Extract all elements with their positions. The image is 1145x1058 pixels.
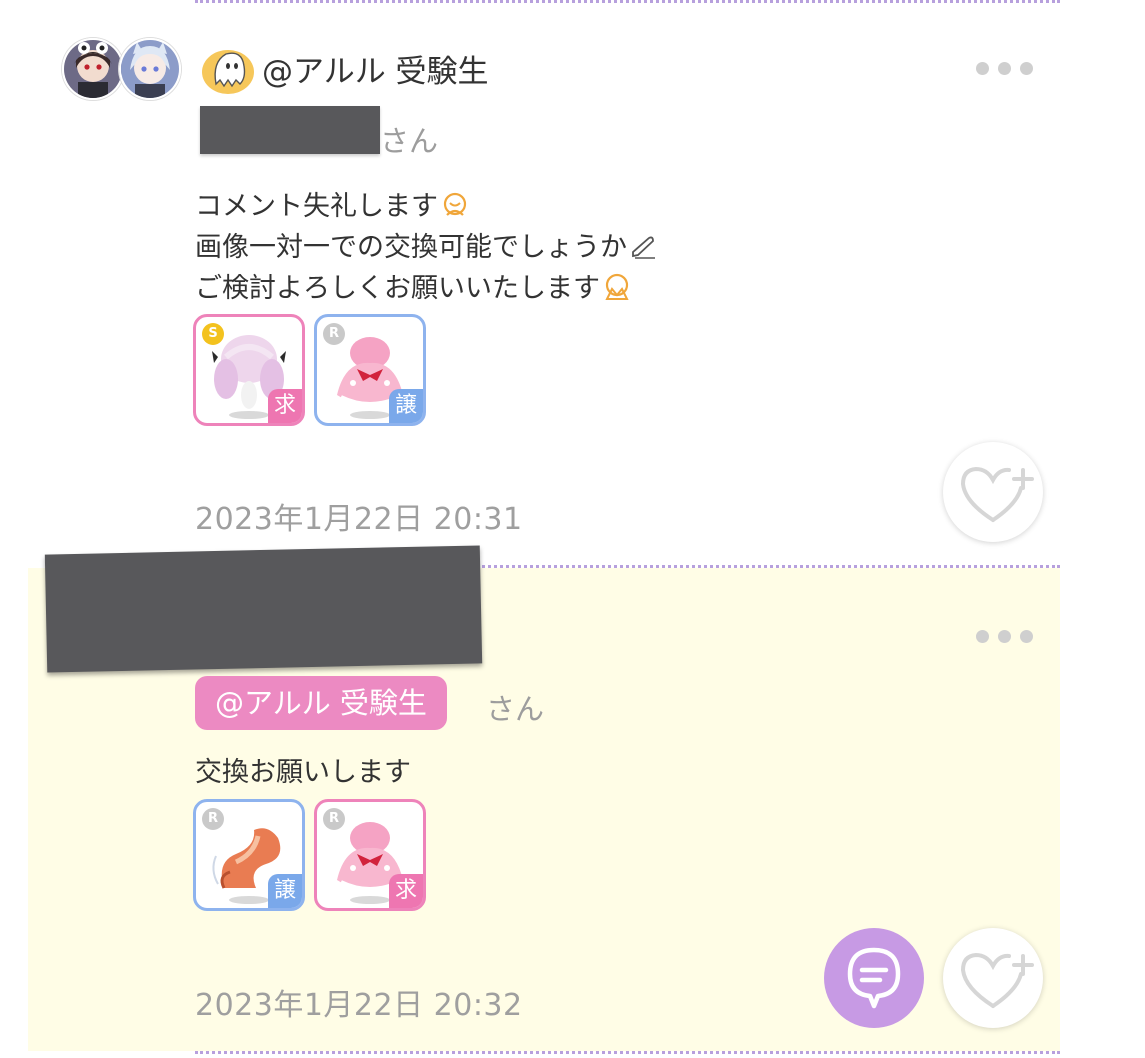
- comment-text: コメント失礼します 画像一対一での交換可能でしょうか ご検討よろしくお願いいたし…: [195, 186, 659, 309]
- comment-line-2: 画像一対一での交換可能でしょうか: [195, 227, 659, 268]
- timestamp: 2023年1月22日 20:32: [195, 988, 523, 1023]
- ellipsis-icon[interactable]: [976, 62, 1033, 75]
- pencil-emoji-icon: [632, 236, 655, 259]
- avatar-1[interactable]: [62, 38, 124, 100]
- rarity-badge: R: [323, 323, 345, 345]
- addressee-suffix: さん: [380, 124, 439, 158]
- comment-line-1: コメント失礼します: [195, 186, 659, 227]
- divider-bottom: [195, 1051, 1060, 1054]
- heart-plus-icon: [960, 466, 1034, 522]
- item-card-offered-accessory[interactable]: R 譲: [193, 799, 305, 911]
- please-emoji-icon: [605, 273, 629, 300]
- want-tag: 求: [268, 389, 302, 423]
- bowing-emoji-icon: [443, 192, 467, 216]
- comment-line-3: ご検討よろしくお願いいたします: [195, 268, 659, 309]
- comment-button[interactable]: [824, 928, 924, 1028]
- heart-plus-icon: [960, 952, 1034, 1008]
- want-tag: 求: [389, 874, 423, 908]
- comment-bubble-icon: [847, 947, 901, 1009]
- mention-pill[interactable]: @アルル 受験生: [195, 676, 447, 730]
- give-tag: 譲: [268, 874, 302, 908]
- redacted-user-header: [44, 545, 483, 673]
- item-card-wanted-dress[interactable]: R 求: [314, 799, 426, 911]
- comment-post-1: @アルル 受験生 さん コメント失礼します 画像一対一での交換可能でしょうか ご…: [0, 0, 1145, 565]
- rarity-badge: R: [323, 808, 345, 830]
- timestamp: 2023年1月22日 20:31: [195, 502, 523, 537]
- ellipsis-icon[interactable]: [976, 630, 1033, 643]
- redacted-addressee: [200, 106, 380, 154]
- username[interactable]: @アルル 受験生: [262, 46, 489, 91]
- item-card-offered-dress[interactable]: R 譲: [314, 314, 426, 426]
- give-tag: 譲: [389, 389, 423, 423]
- ghost-badge-icon: [200, 44, 256, 96]
- like-button[interactable]: [943, 928, 1043, 1028]
- like-button[interactable]: [943, 442, 1043, 542]
- addressee-suffix: さん: [486, 692, 545, 726]
- rarity-badge: R: [202, 808, 224, 830]
- comment-post-2: @アルル 受験生 さん 交換お願いします R 譲 R 求 2023年1月22日 …: [0, 545, 1145, 1051]
- item-card-wanted-hair[interactable]: S 求: [193, 314, 305, 426]
- comment-text: 交換お願いします: [195, 757, 411, 788]
- rarity-badge: S: [202, 323, 224, 345]
- avatar-2[interactable]: [119, 38, 181, 100]
